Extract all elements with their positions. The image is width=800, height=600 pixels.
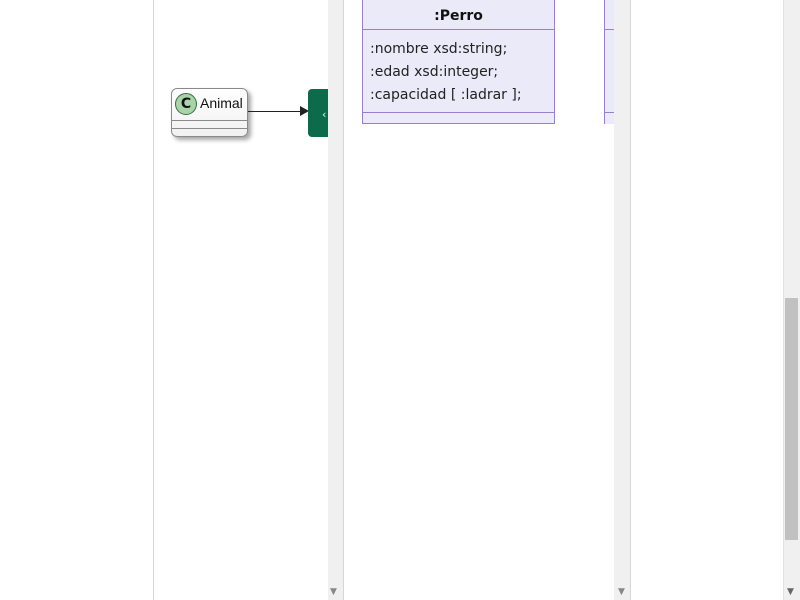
scroll-down-arrow-icon[interactable]: ▼: [330, 587, 337, 597]
partial-class-box: [604, 0, 614, 124]
middle-panel-scrollbar[interactable]: [614, 0, 631, 600]
association-line: [248, 111, 303, 112]
page-scrollbar-thumb[interactable]: [785, 298, 798, 540]
scroll-down-arrow-icon[interactable]: ▼: [618, 587, 625, 597]
class-divider: [604, 112, 614, 113]
class-attribute: :edad xsd:integer;: [370, 64, 499, 80]
class-divider: [362, 112, 555, 113]
class-attribute: :nombre xsd:string;: [370, 41, 508, 57]
animal-class-name: Animal: [200, 95, 243, 111]
node-glyph-icon: ‹: [322, 108, 327, 121]
left-panel-scrollbar[interactable]: [328, 0, 344, 600]
class-attribute: :capacidad [ :ladrar ];: [370, 87, 522, 103]
class-stereotype-icon: C: [175, 93, 197, 115]
class-divider: [604, 29, 614, 30]
class-divider: [172, 128, 247, 129]
perro-class-title: :Perro: [434, 8, 483, 24]
scroll-down-arrow-icon[interactable]: ▼: [787, 587, 794, 597]
class-divider: [172, 120, 247, 121]
